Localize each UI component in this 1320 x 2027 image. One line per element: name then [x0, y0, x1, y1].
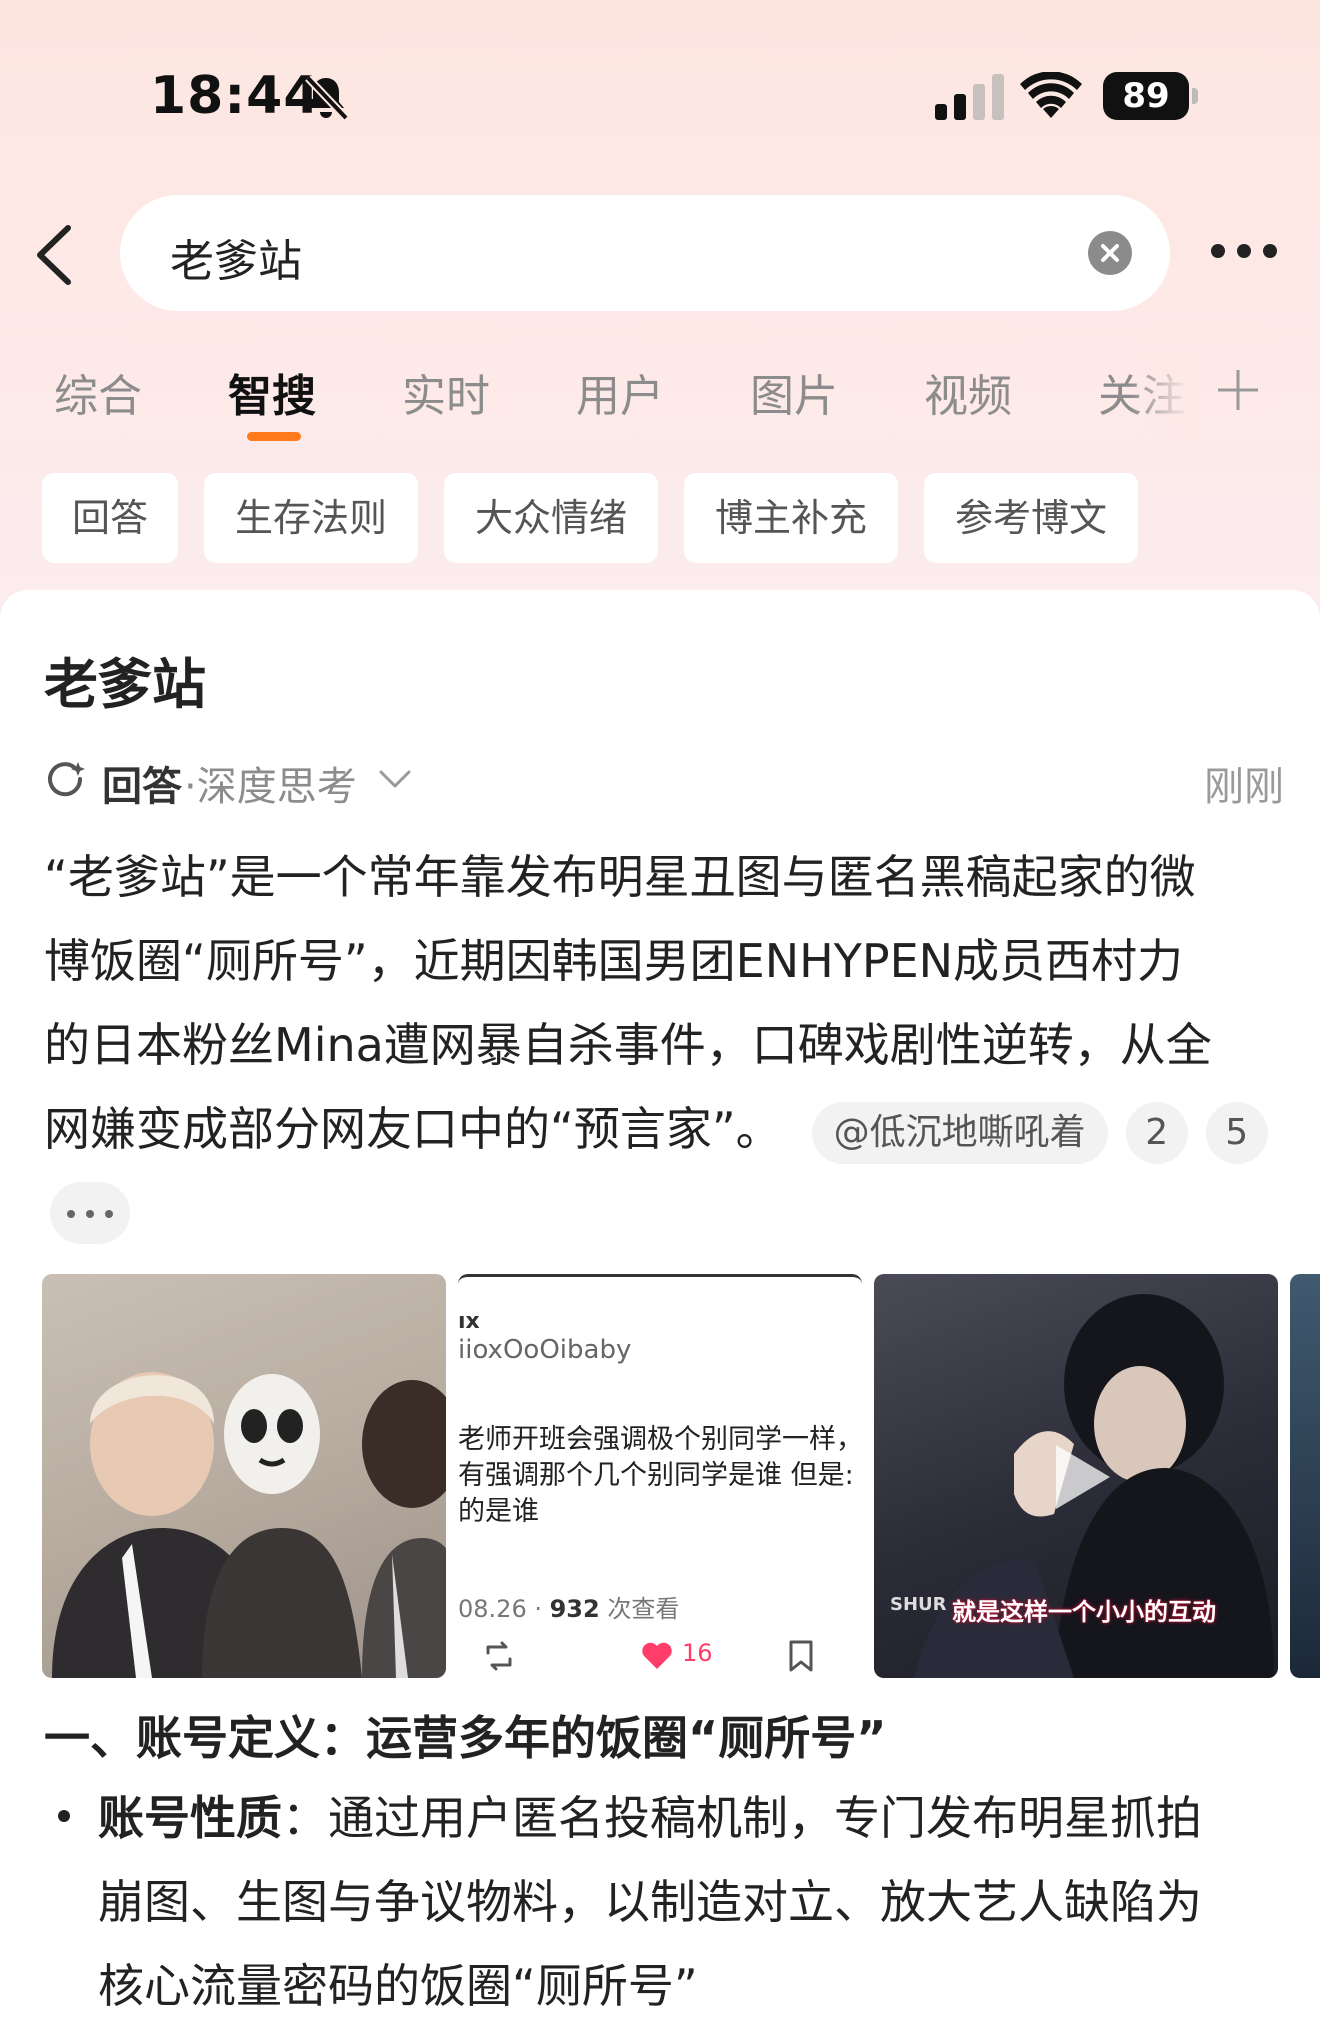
clear-search-icon[interactable] — [1088, 231, 1132, 275]
post-action-row: 16 — [458, 1639, 862, 1675]
answer-paragraph: “老爹站”是一个常年靠发布明星丑图与匿名黑稿起家的微 博饭圈“厕所号”，近期因韩… — [44, 835, 1284, 1171]
answer-line: 博饭圈“厕所号”，近期因韩国男团ENHYPEN成员西村力 — [44, 934, 1184, 988]
post-like-count: 16 — [682, 1639, 713, 1667]
repost-icon — [486, 1641, 512, 1671]
answer-line-last: 网嫌变成部分网友口中的“预言家”。 @低沉地嘶吼着 2 5 — [44, 1087, 1284, 1171]
bullet-paragraph: 账号性质：通过用户匿名投稿机制，专门发布明星抓拍 崩图、生图与争议物料，以制造对… — [98, 1776, 1298, 2027]
post-views-suffix: 次查看 — [607, 1595, 680, 1623]
video-watermark-logo: SHUR — [890, 1594, 947, 1615]
tab-smart-search[interactable]: 智搜 — [228, 360, 316, 424]
search-query-text: 老爹站 — [170, 236, 302, 287]
cellular-signal-icon — [935, 74, 1004, 120]
battery-tip — [1192, 88, 1198, 104]
reference-badge[interactable]: 5 — [1205, 1101, 1268, 1164]
post-views: 932 — [549, 1595, 600, 1623]
add-tab-icon[interactable] — [1216, 368, 1260, 412]
wifi-icon — [1020, 72, 1082, 118]
post-view-stats: 08.26 · 932 次查看 — [458, 1595, 680, 1623]
image-strip[interactable]: ıx iioxOoOibaby 老师开班会强调极个别同学一样， 有强调那个几个别… — [42, 1274, 1320, 1678]
image-thumbnail-group-photo[interactable] — [42, 1274, 446, 1678]
status-bar: 18:44 89 — [0, 0, 1320, 190]
mention-link[interactable]: @低沉地嘶吼着 — [811, 1101, 1108, 1164]
back-arrow-icon[interactable] — [30, 220, 80, 290]
bookmark-icon — [789, 1640, 813, 1672]
tab-users[interactable]: 用户 — [576, 360, 664, 424]
tab-fade-overlay — [1130, 350, 1200, 440]
play-icon[interactable] — [1046, 1439, 1116, 1515]
post-date: 08.26 — [458, 1595, 527, 1623]
answer-title: 老爹站 — [44, 653, 206, 716]
post-text-line: 老师开班会强调极个别同学一样， — [458, 1424, 862, 1455]
active-tab-indicator — [247, 432, 301, 441]
bullet-line: 崩图、生图与争议物料，以制造对立、放大艺人缺陷为 — [98, 1875, 1202, 1929]
reference-badge[interactable]: 2 — [1125, 1101, 1188, 1164]
post-text-line: 的是谁 — [458, 1496, 539, 1527]
ai-search-icon — [48, 762, 85, 797]
tab-comprehensive[interactable]: 综合 — [54, 360, 142, 424]
bullet-text: ：通过用户匿名投稿机制，专门发布明星抓拍 — [282, 1791, 1202, 1845]
answer-card: 老爹站 回答 ·深度思考 刚刚 “老爹站”是一个常年靠发布明星丑图与匿名黑稿起家… — [0, 590, 1320, 2027]
chip-blogger-supplement[interactable]: 博主补充 — [684, 473, 898, 563]
chip-public-sentiment[interactable]: 大众情绪 — [444, 473, 658, 563]
search-input[interactable]: 老爹站 — [120, 195, 1170, 311]
video-caption: 就是这样一个小小的互动 — [952, 1598, 1216, 1626]
more-options-icon[interactable] — [1205, 232, 1285, 272]
answer-meta-row[interactable]: 回答 ·深度思考 刚刚 — [44, 750, 1284, 810]
video-thumbnail[interactable]: SHUR 就是这样一个小小的互动 — [874, 1274, 1278, 1678]
answer-line-text: 网嫌变成部分网友口中的“预言家”。 — [44, 1102, 782, 1156]
answer-line: 的日本粉丝Mina遭网暴自杀事件，口碑戏剧性逆转，从全 — [44, 1018, 1212, 1072]
battery-level: 89 — [1103, 72, 1189, 120]
heart-icon — [642, 1642, 672, 1669]
answer-label: 回答 — [102, 764, 182, 810]
section-heading: 一、账号定义：运营多年的饭圈“厕所号” — [44, 1711, 887, 1765]
image-thumbnail-post-screenshot[interactable]: ıx iioxOoOibaby 老师开班会强调极个别同学一样， 有强调那个几个别… — [458, 1274, 862, 1678]
bullet-label: 账号性质 — [98, 1791, 282, 1845]
expand-more-button[interactable] — [50, 1182, 130, 1244]
chip-answer[interactable]: 回答 — [42, 473, 178, 563]
search-tabs: 综合 智搜 实时 用户 图片 视频 关注 — [0, 350, 1320, 450]
post-username: iioxOoOibaby — [458, 1335, 632, 1365]
chip-reference-posts[interactable]: 参考博文 — [924, 473, 1138, 563]
bell-off-icon — [305, 75, 349, 121]
answer-timestamp: 刚刚 — [1204, 764, 1284, 810]
status-time: 18:44 — [150, 66, 321, 126]
post-user-prefix: ıx — [458, 1309, 480, 1334]
chip-survival-rules[interactable]: 生存法则 — [204, 473, 418, 563]
post-text-line: 有强调那个几个别同学是谁 但是: — [458, 1460, 854, 1491]
tab-videos[interactable]: 视频 — [924, 360, 1012, 424]
bullet-line: 账号性质：通过用户匿名投稿机制，专门发布明星抓拍 — [98, 1776, 1298, 1860]
deep-thinking-label: ·深度思考 — [184, 764, 357, 810]
chevron-down-icon[interactable] — [377, 764, 413, 792]
answer-line: “老爹站”是一个常年靠发布明星丑图与匿名黑稿起家的微 — [44, 850, 1196, 904]
bullet-point — [58, 1810, 70, 1822]
tab-realtime[interactable]: 实时 — [402, 360, 490, 424]
battery-indicator: 89 — [1103, 72, 1199, 120]
bullet-line: 核心流量密码的饭圈“厕所号” — [98, 1959, 698, 2013]
group-photo-illustration — [52, 1372, 446, 1678]
image-thumbnail-partial[interactable] — [1290, 1274, 1320, 1678]
tab-images[interactable]: 图片 — [750, 360, 838, 424]
